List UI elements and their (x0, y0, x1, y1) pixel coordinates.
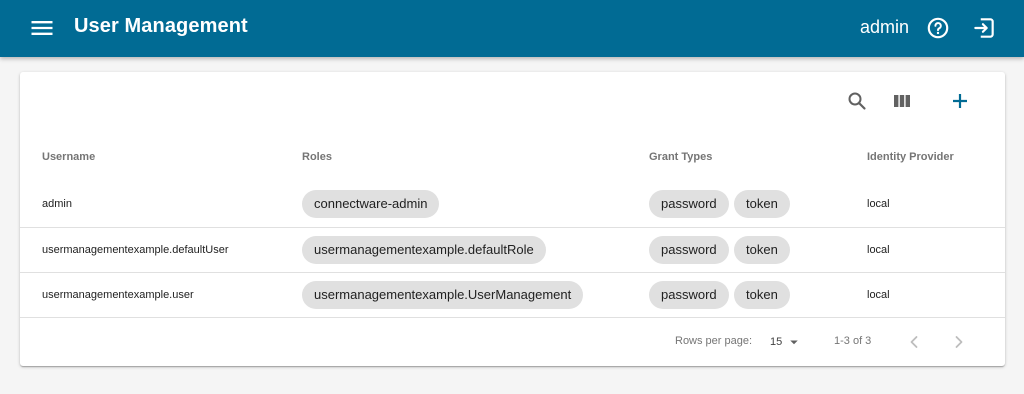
caret-down-icon (790, 340, 799, 345)
users-table-card: Username Roles Grant Types Identity Prov… (20, 72, 1005, 366)
app-bar: User Management admin (0, 0, 1024, 57)
column-header-username[interactable]: Username (42, 151, 95, 163)
grant-type-chip: token (734, 190, 790, 218)
username-cell: usermanagementexample.user (42, 289, 194, 301)
pagination-range: 1-3 of 3 (834, 335, 872, 347)
column-header-roles[interactable]: Roles (302, 151, 332, 163)
table-row[interactable]: usermanagementexample.defaultUser userma… (20, 227, 1005, 273)
add-icon[interactable] (948, 89, 972, 113)
rows-per-page-select[interactable]: 15 (770, 333, 803, 351)
role-chip: usermanagementexample.UserManagement (302, 281, 584, 309)
search-icon[interactable] (845, 89, 869, 113)
rows-per-page-label: Rows per page: (675, 335, 753, 347)
help-circle-icon[interactable] (925, 15, 951, 41)
menu-icon[interactable] (28, 14, 56, 42)
grant-type-chip: password (649, 190, 729, 218)
chevron-left-icon[interactable] (902, 330, 926, 354)
username-cell: admin (42, 198, 72, 210)
identity-provider-cell: local (867, 244, 890, 256)
column-header-grant-types[interactable]: Grant Types (649, 151, 712, 163)
logout-icon[interactable] (971, 15, 997, 41)
table-pagination: Rows per page: 15 1-3 of 3 (20, 317, 1005, 367)
current-user: admin (860, 17, 910, 37)
role-chip: connectware-admin (302, 190, 440, 218)
table-row[interactable]: admin connectware-admin password token l… (20, 182, 1005, 227)
view-columns-icon[interactable] (890, 89, 914, 113)
table-row[interactable]: usermanagementexample.user usermanagemen… (20, 272, 1005, 318)
rows-per-page-value: 15 (770, 336, 783, 348)
role-chip: usermanagementexample.defaultRole (302, 236, 546, 264)
identity-provider-cell: local (867, 289, 890, 301)
identity-provider-cell: local (867, 198, 890, 210)
grant-type-chip: token (734, 281, 790, 309)
username-cell: usermanagementexample.defaultUser (42, 244, 229, 256)
column-header-identity-provider[interactable]: Identity Provider (867, 151, 954, 163)
grant-type-chip: password (649, 281, 729, 309)
page-title: User Management (74, 15, 248, 37)
grant-type-chip: password (649, 236, 729, 264)
chevron-right-icon[interactable] (947, 330, 971, 354)
grant-type-chip: token (734, 236, 790, 264)
